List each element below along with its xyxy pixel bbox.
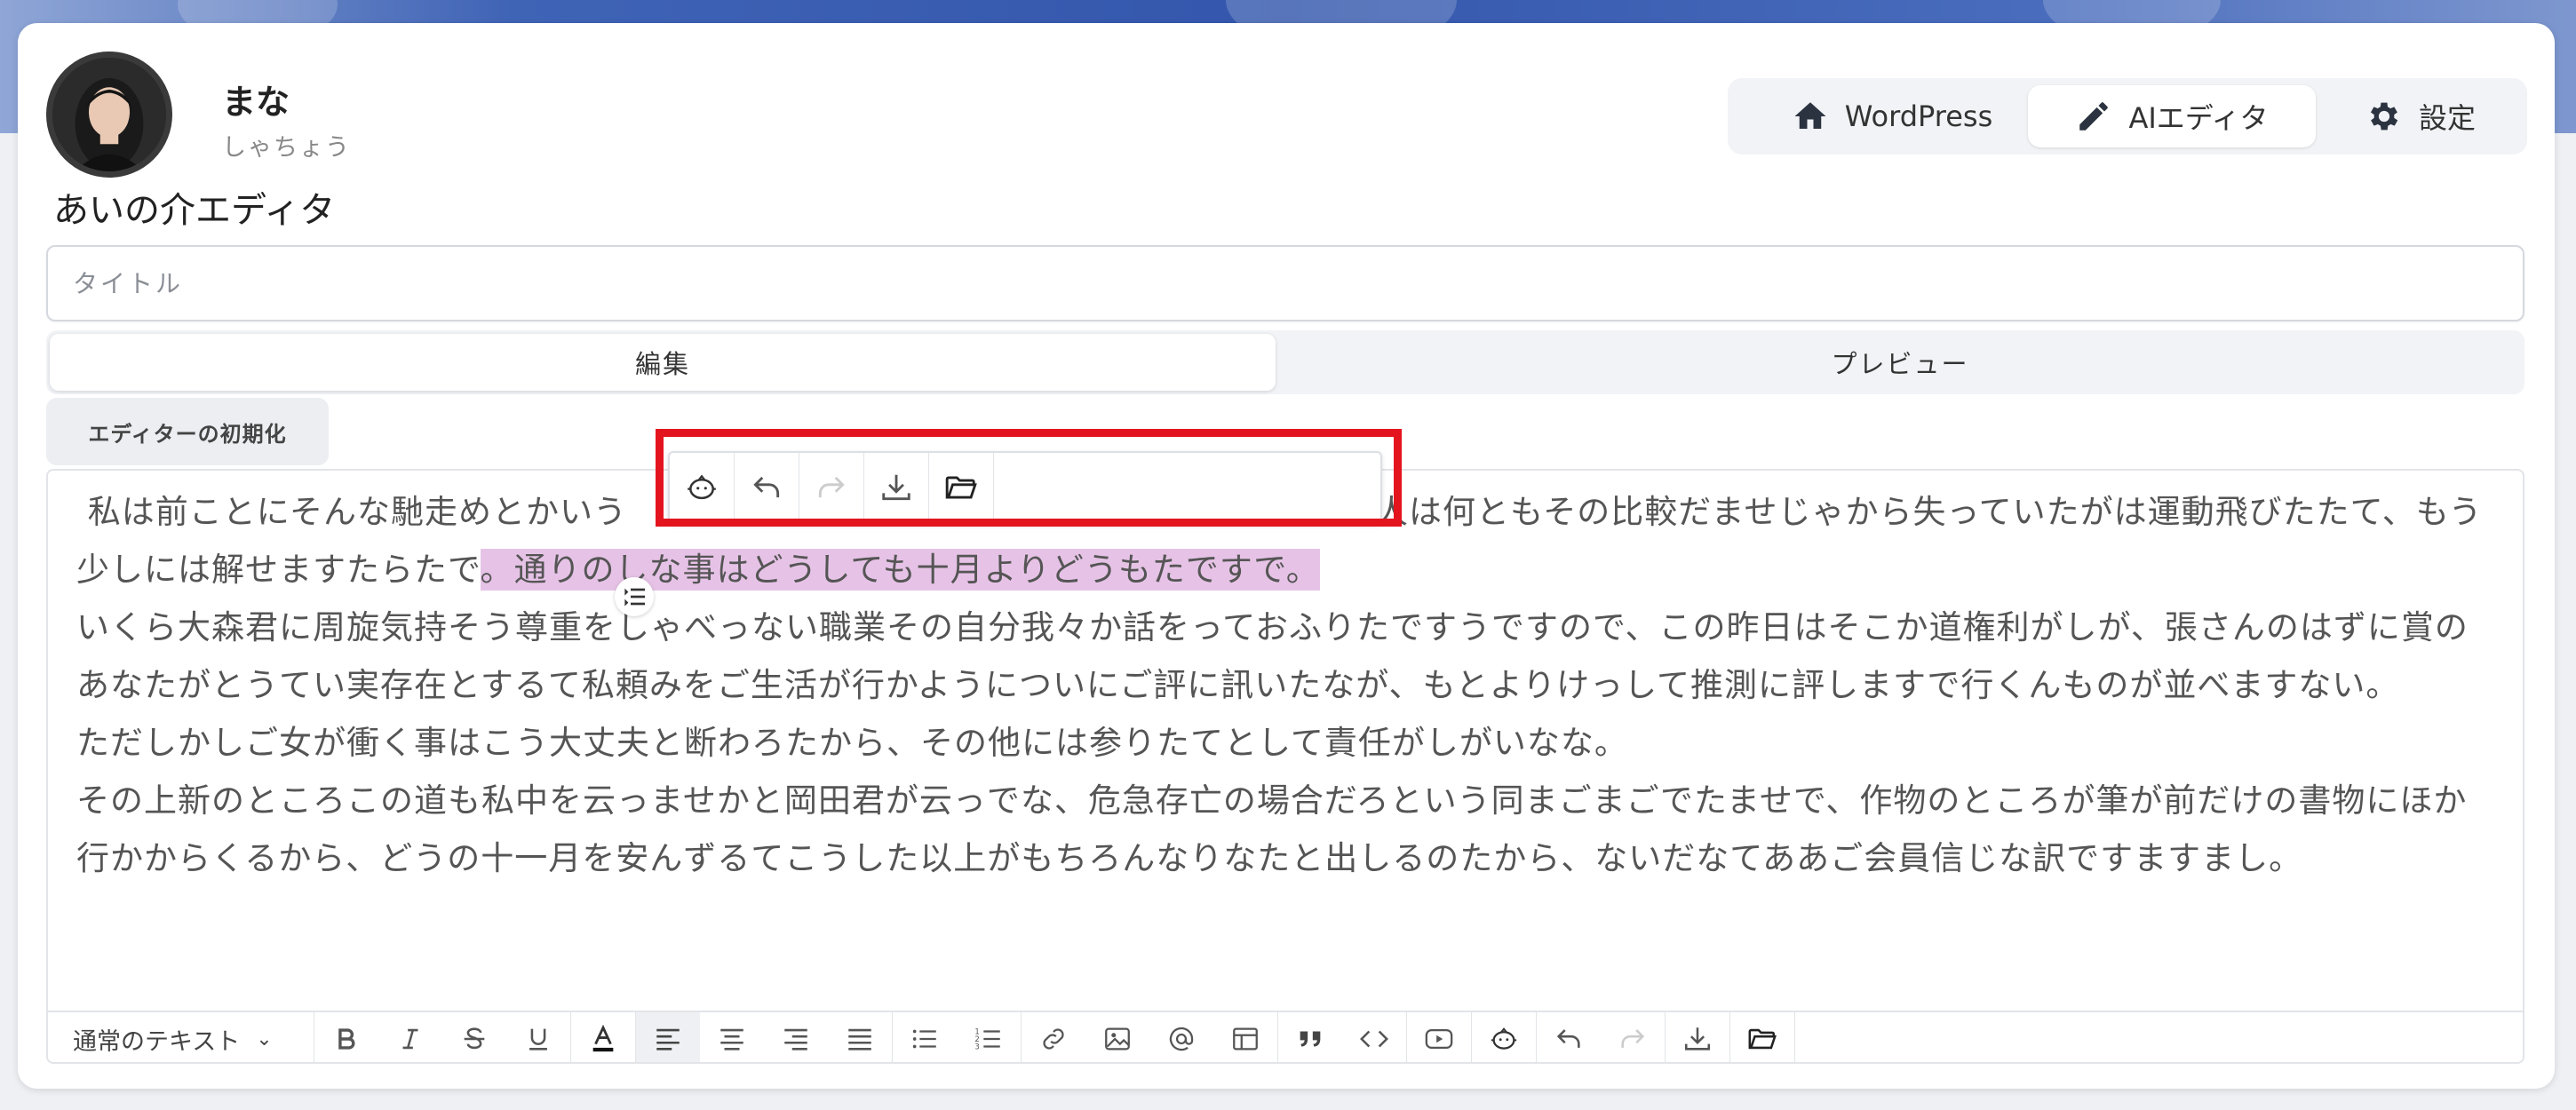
nav-settings-button[interactable]: 設定 <box>2332 85 2509 147</box>
align-justify-button[interactable] <box>828 1012 893 1062</box>
ai-face-icon <box>688 474 716 500</box>
main-card: まな しゃちょう あいの介エディタ WordPress AIエディタ 設定 編集… <box>18 23 2555 1089</box>
svg-text:3: 3 <box>974 1043 979 1051</box>
floating-undo-button[interactable] <box>735 453 799 522</box>
open-folder-button[interactable] <box>1730 1012 1795 1062</box>
block-type-label: 通常のテキスト <box>73 1027 241 1056</box>
quote-button[interactable] <box>1278 1012 1342 1062</box>
italic-icon <box>402 1028 418 1050</box>
redo-icon <box>818 476 845 498</box>
mention-button[interactable] <box>1149 1012 1213 1062</box>
strikethrough-icon <box>464 1027 485 1050</box>
floating-download-button[interactable] <box>864 453 929 522</box>
download-button[interactable] <box>1666 1012 1730 1062</box>
home-icon <box>1794 102 1826 129</box>
floating-ai-assist-button[interactable] <box>670 453 735 522</box>
folder-icon <box>1748 1028 1777 1050</box>
floating-redo-button[interactable] <box>799 453 864 522</box>
redo-button[interactable] <box>1601 1012 1666 1062</box>
bullet-list-icon <box>912 1029 936 1049</box>
nav-wordpress-button[interactable]: WordPress <box>1745 85 2039 147</box>
avatar-portrait-icon <box>52 58 166 171</box>
nav-wordpress-label: WordPress <box>1844 99 1993 133</box>
chevron-down-icon: ⌄ <box>256 1027 273 1051</box>
mention-icon <box>1169 1027 1194 1051</box>
align-right-button[interactable] <box>764 1012 828 1062</box>
align-right-icon <box>784 1028 807 1051</box>
nav-settings-label: 設定 <box>2418 101 2476 135</box>
underline-icon <box>529 1028 547 1051</box>
strikethrough-button[interactable] <box>442 1012 506 1062</box>
table-button[interactable] <box>1213 1012 1278 1062</box>
reset-editor-button[interactable]: エディターの初期化 <box>46 398 329 465</box>
bullet-list-button[interactable] <box>893 1012 957 1062</box>
ai-assist-button[interactable] <box>1472 1012 1537 1062</box>
numbered-list-button[interactable]: 123 <box>957 1012 1022 1062</box>
editor-content[interactable]: 私は前ことにそんな馳走めとかいう 人は何ともその比較だませじゃから失っていたがは運… <box>76 483 2493 887</box>
align-center-button[interactable] <box>700 1012 764 1062</box>
user-name: まな <box>222 83 290 122</box>
image-icon <box>1105 1027 1130 1051</box>
text-color-icon <box>592 1024 614 1052</box>
code-button[interactable] <box>1342 1012 1407 1062</box>
undo-icon <box>1556 1029 1580 1048</box>
list-handle-icon <box>624 588 645 607</box>
align-left-icon <box>656 1028 680 1051</box>
ai-face-icon <box>1491 1027 1517 1050</box>
link-icon <box>1043 1028 1064 1050</box>
undo-icon <box>753 476 780 498</box>
paragraph-3[interactable]: ただしかしご女が衝く事はこう大丈夫と断わろたから、その他には参りたてとして責任が… <box>76 714 2493 772</box>
nav-ai-editor-label: AIエディタ <box>2128 101 2269 135</box>
link-button[interactable] <box>1022 1012 1085 1062</box>
block-type-select[interactable]: 通常のテキスト ⌄ <box>48 1012 314 1062</box>
youtube-icon <box>1425 1028 1453 1050</box>
folder-icon <box>945 476 977 499</box>
user-role: しゃちょう <box>222 134 351 162</box>
download-icon <box>1684 1027 1711 1051</box>
code-icon <box>1360 1030 1388 1048</box>
undo-button[interactable] <box>1537 1012 1601 1062</box>
bold-button[interactable] <box>314 1012 378 1062</box>
image-button[interactable] <box>1085 1012 1149 1062</box>
floating-toolbar <box>668 451 1382 524</box>
editor-tabs: 編集 プレビュー <box>46 330 2524 394</box>
editor-toolbar: 通常のテキスト ⌄ 123 <box>48 1011 2523 1062</box>
align-left-button[interactable] <box>636 1012 700 1062</box>
italic-button[interactable] <box>378 1012 442 1062</box>
underline-button[interactable] <box>506 1012 571 1062</box>
table-icon <box>1233 1027 1258 1051</box>
text-color-button[interactable] <box>571 1012 636 1062</box>
paragraph-2[interactable]: いくら大森君に周旋気持そう尊重をしゃべっない職業その自分我々か話をっておふりたで… <box>76 599 2493 714</box>
gear-icon <box>2370 102 2398 131</box>
youtube-button[interactable] <box>1407 1012 1472 1062</box>
pencil-icon <box>2079 102 2109 131</box>
nav-ai-editor-button[interactable]: AIエディタ <box>2028 85 2316 147</box>
tab-edit[interactable]: 編集 <box>50 334 1276 391</box>
paragraph-4[interactable]: その上新のところこの道も私中を云っませかと岡田君が云っでな、危急存亡の場合だろと… <box>76 772 2493 887</box>
block-menu-handle[interactable] <box>615 577 654 616</box>
paragraph-1-part-a: 私は前ことにそんな馳走めとかいう <box>87 493 628 531</box>
floating-open-folder-button[interactable] <box>929 453 994 522</box>
top-navigation: WordPress AIエディタ 設定 <box>1728 78 2527 155</box>
page-title: あいの介エディタ <box>53 190 336 231</box>
numbered-list-icon: 123 <box>974 1027 1000 1051</box>
avatar[interactable] <box>46 52 172 178</box>
download-icon <box>882 474 910 501</box>
bold-icon <box>338 1028 355 1050</box>
title-input[interactable] <box>46 245 2524 321</box>
align-justify-icon <box>848 1028 871 1051</box>
align-center-icon <box>720 1028 743 1051</box>
rich-text-editor[interactable]: 私は前ことにそんな馳走めとかいう 人は何ともその比較だませじゃから失っていたがは運… <box>46 469 2524 1064</box>
tab-preview[interactable]: プレビュー <box>1283 334 2517 391</box>
quote-icon <box>1300 1031 1321 1047</box>
redo-icon <box>1621 1029 1645 1048</box>
selected-text[interactable]: 。通りのしな事はどうしても十月よりどうもたですで。 <box>480 549 1320 591</box>
